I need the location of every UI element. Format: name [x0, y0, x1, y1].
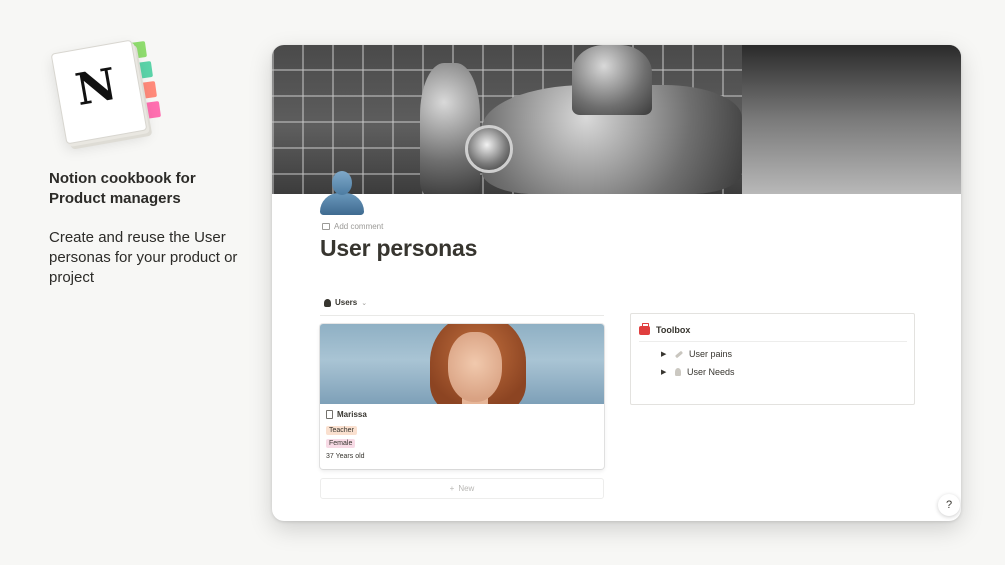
page-cover-image [272, 45, 961, 194]
logo-tab-red [138, 80, 158, 100]
toggle-triangle-icon[interactable]: ▶ [661, 350, 669, 358]
cover-helmet [465, 125, 513, 173]
logo-tab-pink [142, 100, 162, 120]
toolbox-divider [639, 341, 907, 342]
toggle-user-pains[interactable]: ▶ User pains [661, 349, 732, 359]
add-comment-button[interactable]: Add comment [322, 222, 383, 231]
cover-figure-engineer [420, 63, 480, 194]
new-label: New [458, 484, 475, 493]
view-tab-label: Users [335, 298, 358, 307]
bust-silhouette-icon[interactable] [320, 171, 364, 215]
tag-occupation: Teacher [326, 426, 357, 435]
cover-figure-technician [572, 45, 652, 115]
notion-window: Add comment User personas Users ⌄ Mariss… [272, 45, 961, 521]
gallery-card-marissa[interactable]: Marissa Teacher Female 37 Years old [320, 324, 604, 469]
promo-title: Notion cookbook for Product managers [49, 170, 196, 207]
promo-description: Create and reuse the User personas for y… [49, 229, 238, 286]
toggle-triangle-icon[interactable]: ▶ [661, 368, 669, 376]
tag-gender: Female [326, 439, 356, 448]
cover-right-panel [742, 45, 961, 194]
document-icon [326, 410, 333, 419]
comment-icon [322, 223, 330, 230]
card-title: Marissa [326, 410, 367, 419]
toolbox-icon [639, 322, 650, 335]
add-comment-label: Add comment [334, 222, 384, 231]
pin-icon [675, 368, 681, 376]
toggle-label: User Needs [687, 367, 735, 377]
view-divider [320, 315, 604, 316]
bust-icon [324, 298, 331, 307]
card-title-label: Marissa [337, 410, 367, 419]
plus-icon: + [449, 484, 455, 493]
toggle-user-needs[interactable]: ▶ User Needs [661, 367, 735, 377]
view-tab-users[interactable]: Users ⌄ [324, 298, 367, 307]
toggle-label: User pains [689, 349, 733, 359]
toolbox-heading: Toolbox [639, 322, 691, 335]
pen-icon [674, 350, 684, 358]
toolbox-title: Toolbox [656, 325, 691, 335]
help-button[interactable]: ? [938, 494, 960, 516]
page-title[interactable]: User personas [320, 235, 477, 262]
logo-letter: N [71, 58, 121, 117]
card-age: 37 Years old [326, 453, 365, 460]
notion-logo: N [50, 39, 162, 145]
toolbox-callout: Toolbox ▶ User pains ▶ User Needs [630, 313, 915, 405]
chevron-down-icon: ⌄ [361, 299, 368, 307]
new-card-button[interactable]: + New [320, 478, 604, 499]
card-cover-portrait [320, 324, 604, 404]
